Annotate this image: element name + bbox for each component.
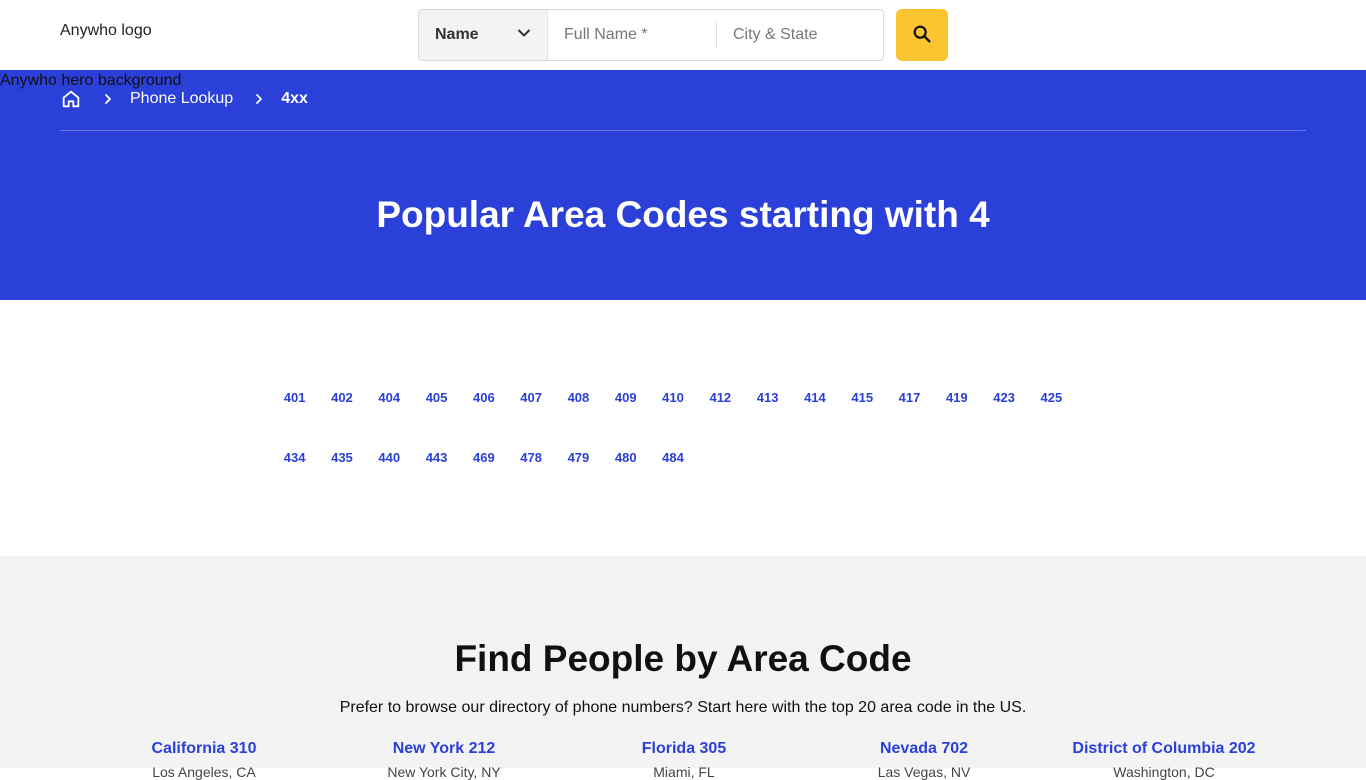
area-code-row: 401 402 404 405 406 407 408 409 410 412 … [271, 376, 1091, 436]
page-title: Popular Area Codes starting with 4 [376, 194, 990, 235]
state-city: Las Vegas, NV [877, 764, 971, 780]
area-code-link[interactable]: 414 [791, 376, 838, 436]
search-button[interactable] [896, 9, 948, 61]
search-type-label: Name [435, 26, 479, 43]
area-code-link[interactable]: 479 [555, 436, 602, 496]
state-area-code-link[interactable]: New York 212 [324, 740, 564, 758]
breadcrumb-phone-lookup[interactable]: Phone Lookup [130, 90, 233, 108]
area-code-link[interactable]: 478 [507, 436, 554, 496]
full-name-input[interactable] [548, 10, 717, 60]
state-item: New York 212 New York City, NY [324, 740, 564, 780]
area-code-link[interactable]: 406 [460, 376, 507, 436]
area-code-link[interactable]: 435 [318, 436, 365, 496]
area-code-link[interactable]: 407 [507, 376, 554, 436]
logo-alt-text: Anywho logo [60, 22, 152, 39]
area-code-link[interactable]: 402 [318, 376, 365, 436]
state-area-code-link[interactable]: Florida 305 [564, 740, 804, 758]
area-code-link[interactable]: 408 [555, 376, 602, 436]
state-item: Florida 305 Miami, FL [564, 740, 804, 780]
area-code-link[interactable]: 415 [839, 376, 886, 436]
chevron-right-icon [102, 93, 114, 105]
area-code-link[interactable]: 484 [649, 436, 696, 496]
area-code-link[interactable]: 417 [886, 376, 933, 436]
section-subtitle: Prefer to browse our directory of phone … [339, 699, 1027, 716]
area-code-link[interactable]: 409 [602, 376, 649, 436]
hero-divider [60, 130, 1306, 131]
area-code-link[interactable]: 419 [933, 376, 980, 436]
state-city: Los Angeles, CA [152, 764, 256, 780]
area-code-link[interactable]: 413 [744, 376, 791, 436]
state-item: California 310 Los Angeles, CA [84, 740, 324, 780]
area-code-link[interactable]: 405 [413, 376, 460, 436]
chevron-down-icon [517, 26, 531, 45]
search-icon [911, 23, 933, 48]
section-title: Find People by Area Code [454, 638, 912, 679]
area-code-link[interactable]: 480 [602, 436, 649, 496]
area-code-link[interactable]: 410 [649, 376, 696, 436]
search-bar: Name [418, 9, 884, 61]
area-code-list: 401 402 404 405 406 407 408 409 410 412 … [271, 376, 1091, 496]
state-area-code-link[interactable]: District of Columbia 202 [1044, 740, 1284, 758]
area-code-link[interactable]: 423 [980, 376, 1027, 436]
state-item: Nevada 702 Las Vegas, NV [804, 740, 1044, 780]
area-code-link[interactable]: 440 [366, 436, 413, 496]
state-area-code-list: California 310 Los Angeles, CA New York … [84, 740, 1324, 780]
chevron-right-icon [253, 93, 265, 105]
state-city: Washington, DC [1113, 764, 1215, 780]
breadcrumb-current: 4xx [281, 90, 308, 107]
area-code-row: 434 435 440 443 469 478 479 480 484 [271, 436, 1091, 496]
area-code-link[interactable]: 401 [271, 376, 318, 436]
area-code-link[interactable]: 425 [1028, 376, 1075, 436]
search-type-select[interactable]: Name [419, 10, 549, 60]
state-item: District of Columbia 202 Washington, DC [1044, 740, 1284, 780]
state-area-code-link[interactable]: Nevada 702 [804, 740, 1044, 758]
state-city: Miami, FL [653, 764, 715, 780]
anywho-logo[interactable]: Anywho logo [60, 22, 152, 40]
breadcrumb: Phone Lookup 4xx [60, 88, 308, 110]
state-city: New York City, NY [387, 764, 501, 780]
city-state-input[interactable] [717, 10, 883, 60]
find-people-section: Find People by Area Code Prefer to brows… [0, 556, 1366, 780]
area-code-link[interactable]: 469 [460, 436, 507, 496]
area-code-link[interactable]: 443 [413, 436, 460, 496]
area-code-link[interactable]: 434 [271, 436, 318, 496]
hero-banner: Anywho hero background Phone Lookup 4xx … [0, 70, 1366, 300]
site-header: Anywho logo Name [0, 0, 1366, 70]
state-area-code-link[interactable]: California 310 [84, 740, 324, 758]
area-code-link[interactable]: 404 [366, 376, 413, 436]
area-code-link[interactable]: 412 [697, 376, 744, 436]
home-icon[interactable] [60, 88, 82, 110]
